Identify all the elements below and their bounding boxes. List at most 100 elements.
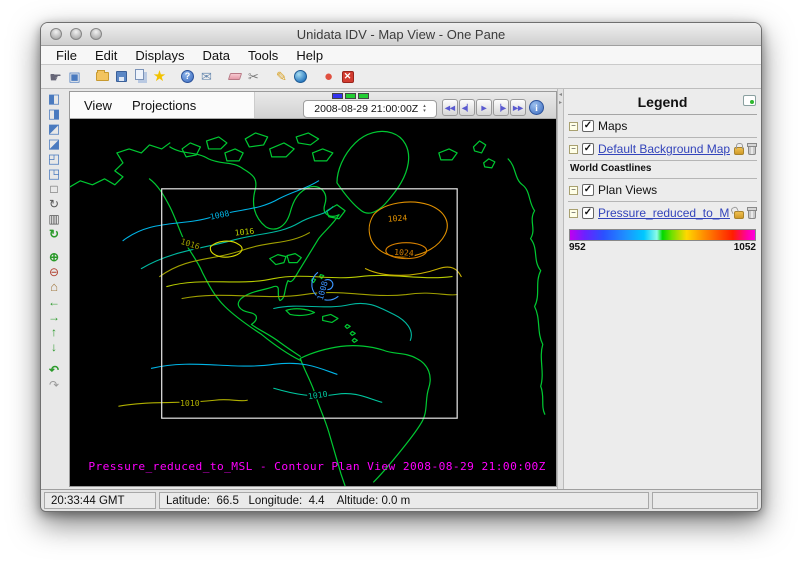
coastlines bbox=[70, 131, 545, 486]
app-window: Unidata IDV - Map View - One Pane File E… bbox=[40, 22, 762, 512]
legend-title: Legend bbox=[638, 94, 688, 110]
pressure-display-link[interactable]: Pressure_reduced_to_M... bbox=[598, 206, 730, 220]
collapse-background-maps-icon[interactable]: − bbox=[569, 145, 578, 154]
play-button[interactable]: ▶ bbox=[476, 99, 492, 116]
step-back-button[interactable]: ◀▏ bbox=[459, 99, 475, 116]
status-spare-segment bbox=[652, 492, 758, 509]
lock-icon[interactable] bbox=[734, 147, 744, 155]
background-maps-checkbox[interactable]: ✓ bbox=[582, 143, 594, 155]
favorites-icon[interactable]: ★ bbox=[150, 67, 169, 86]
map-view-canvas[interactable]: 1008 1016 1016 1024 1024 1008 1010 1010 … bbox=[70, 119, 556, 486]
contour-label-1010-s: 1010 bbox=[307, 390, 328, 402]
first-frame-button[interactable]: ◀◀ bbox=[442, 99, 458, 116]
stepper-icon: ▴▾ bbox=[423, 104, 426, 115]
menu-data[interactable]: Data bbox=[193, 48, 238, 63]
legend-group-maps: − ✓ Maps bbox=[568, 115, 757, 138]
pressure-checkbox[interactable]: ✓ bbox=[582, 207, 594, 219]
auto-rotate-icon[interactable]: ↻ bbox=[45, 226, 63, 241]
background-maps-link[interactable]: Default Background Maps bbox=[598, 142, 730, 156]
view-left-icon[interactable]: ◩ bbox=[45, 121, 63, 136]
open-file-icon[interactable] bbox=[93, 67, 112, 86]
pan-up-icon[interactable]: ↑ bbox=[45, 324, 63, 339]
rotate-view-icon[interactable]: ↻ bbox=[45, 196, 63, 211]
window-title: Unidata IDV - Map View - One Pane bbox=[297, 27, 506, 42]
maps-visibility-checkbox[interactable]: ✓ bbox=[582, 120, 594, 132]
title-bar[interactable]: Unidata IDV - Map View - One Pane bbox=[41, 23, 761, 46]
indicator-square-blue bbox=[332, 93, 343, 99]
pan-right-icon[interactable]: → bbox=[45, 309, 63, 324]
projections-menu[interactable]: Projections bbox=[122, 98, 206, 113]
show-dashboard-icon[interactable]: ☛ bbox=[46, 67, 65, 86]
view-right-icon[interactable]: ◪ bbox=[45, 136, 63, 151]
globe-icon[interactable] bbox=[291, 67, 310, 86]
time-select-dropdown[interactable]: 2008-08-29 21:00:00Z ▴▾ bbox=[303, 100, 437, 118]
view-top-icon[interactable]: ◧ bbox=[45, 91, 63, 106]
collapse-plan-views-icon[interactable]: − bbox=[569, 186, 578, 195]
indicator-square-green-2 bbox=[358, 93, 369, 99]
step-forward-button[interactable]: ▕▶ bbox=[493, 99, 509, 116]
record-icon[interactable]: ● bbox=[319, 67, 338, 86]
map-panel: View Projections 2008-08-29 21:00:00Z ▴▾… bbox=[69, 91, 557, 487]
zoom-out-icon[interactable]: ⊖ bbox=[45, 264, 63, 279]
view-front-icon[interactable]: ◰ bbox=[45, 151, 63, 166]
colorbar[interactable] bbox=[569, 229, 756, 241]
undo-icon[interactable]: ↶ bbox=[45, 362, 63, 377]
edit-icon[interactable]: ✎ bbox=[272, 67, 291, 86]
menu-file[interactable]: File bbox=[47, 48, 86, 63]
display-annotation: Pressure_reduced_to_MSL - Contour Plan V… bbox=[88, 460, 545, 473]
traffic-lights bbox=[50, 28, 102, 40]
menu-help[interactable]: Help bbox=[287, 48, 332, 63]
contour-label-1024-inner: 1024 bbox=[394, 248, 414, 258]
contour-label-1024-outer: 1024 bbox=[387, 213, 407, 223]
close-window-button[interactable] bbox=[50, 28, 62, 40]
legend-item-background-maps: − ✓ Default Background Maps bbox=[568, 138, 757, 161]
help-icon[interactable]: ? bbox=[178, 67, 197, 86]
remove-pressure-display-icon[interactable] bbox=[748, 209, 756, 219]
splitter-expand-icon[interactable]: ▸ bbox=[559, 99, 562, 107]
legend-item-pressure: − ✓ Pressure_reduced_to_M... bbox=[568, 202, 757, 224]
pan-down-icon[interactable]: ↓ bbox=[45, 339, 63, 354]
zoom-in-icon[interactable]: ⊕ bbox=[45, 249, 63, 264]
clock-display: 20:33:44 GMT bbox=[44, 492, 156, 509]
main-area: ◧ ◨ ◩ ◪ ◰ ◳ □ ↻ ▥ ↻ ⊕ ⊖ ⌂ ← → ↑ ↓ ↶ ↷ bbox=[41, 89, 761, 489]
cut-icon[interactable]: ✂ bbox=[244, 67, 263, 86]
plan-views-checkbox[interactable]: ✓ bbox=[582, 184, 594, 196]
float-legend-icon[interactable] bbox=[743, 95, 756, 106]
publish-icon[interactable]: ✉ bbox=[197, 67, 216, 86]
status-bar: 20:33:44 GMT Latitude: 66.5 Longitude: 4… bbox=[41, 489, 761, 511]
view-back-icon[interactable]: ◳ bbox=[45, 166, 63, 181]
view-menu[interactable]: View bbox=[74, 98, 122, 113]
copy-icon[interactable] bbox=[131, 67, 150, 86]
map-svg: 1008 1016 1016 1024 1024 1008 1010 1010 … bbox=[70, 119, 556, 486]
zoom-window-button[interactable] bbox=[90, 28, 102, 40]
redo-icon[interactable]: ↷ bbox=[45, 377, 63, 392]
home-view-icon[interactable]: ⌂ bbox=[45, 279, 63, 294]
map-menu-strip: View Projections bbox=[70, 92, 255, 118]
contour-label-1016-w: 1016 bbox=[179, 237, 201, 251]
splitter-collapse-icon[interactable]: ◂ bbox=[559, 91, 562, 99]
legend-group-plan-views: − ✓ Plan Views bbox=[568, 179, 757, 202]
eraser-icon[interactable] bbox=[225, 67, 244, 86]
menu-displays[interactable]: Displays bbox=[126, 48, 193, 63]
remove-display-icon[interactable] bbox=[748, 145, 756, 155]
save-file-icon[interactable] bbox=[112, 67, 131, 86]
unlock-icon[interactable] bbox=[734, 211, 744, 219]
animation-controls: ◀◀ ◀▏ ▶ ▕▶ ▶▶ i bbox=[442, 99, 544, 116]
animation-properties-button[interactable]: i bbox=[529, 100, 544, 115]
vertical-scale-icon[interactable]: ▥ bbox=[45, 211, 63, 226]
menu-edit[interactable]: Edit bbox=[86, 48, 126, 63]
main-toolbar: ☛ ▣ ★ ? ✉ ✂ ✎ ● ✕ bbox=[41, 65, 761, 89]
contour-label-1008-low: 1008 bbox=[316, 280, 330, 301]
minimize-window-button[interactable] bbox=[70, 28, 82, 40]
collapse-maps-icon[interactable]: − bbox=[569, 122, 578, 131]
last-frame-button[interactable]: ▶▶ bbox=[510, 99, 526, 116]
view-bottom-icon[interactable]: ◨ bbox=[45, 106, 63, 121]
panel-splitter[interactable]: ◂ ▸ bbox=[557, 89, 564, 489]
delete-icon[interactable]: ✕ bbox=[338, 67, 357, 86]
menu-tools[interactable]: Tools bbox=[239, 48, 287, 63]
collapse-pressure-icon[interactable]: − bbox=[569, 209, 578, 218]
pan-left-icon[interactable]: ← bbox=[45, 294, 63, 309]
parallel-view-icon[interactable]: □ bbox=[45, 181, 63, 196]
new-display-window-icon[interactable]: ▣ bbox=[65, 67, 84, 86]
contour-label-1010-sw: 1010 bbox=[180, 399, 200, 408]
